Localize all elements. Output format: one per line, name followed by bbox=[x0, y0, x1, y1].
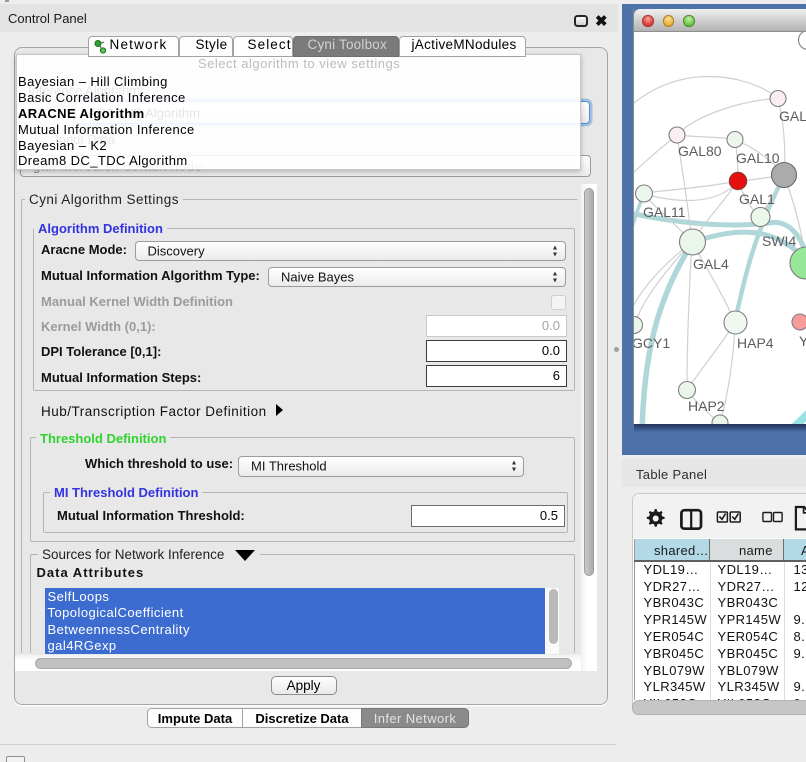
svg-text:GCY1: GCY1 bbox=[634, 335, 670, 351]
svg-text:SWI4: SWI4 bbox=[762, 233, 796, 249]
svg-text:HAP4: HAP4 bbox=[737, 335, 774, 351]
svg-text:GAL7: GAL7 bbox=[779, 108, 806, 124]
svg-text:Y: Y bbox=[799, 333, 806, 349]
svg-text:GAL80: GAL80 bbox=[678, 143, 722, 159]
svg-text:GAL1: GAL1 bbox=[739, 191, 775, 207]
svg-text:GAL4: GAL4 bbox=[693, 256, 729, 272]
svg-text:GAL11: GAL11 bbox=[643, 204, 686, 220]
svg-text:HAP2: HAP2 bbox=[688, 398, 725, 414]
svg-text:GAL10: GAL10 bbox=[736, 150, 780, 166]
